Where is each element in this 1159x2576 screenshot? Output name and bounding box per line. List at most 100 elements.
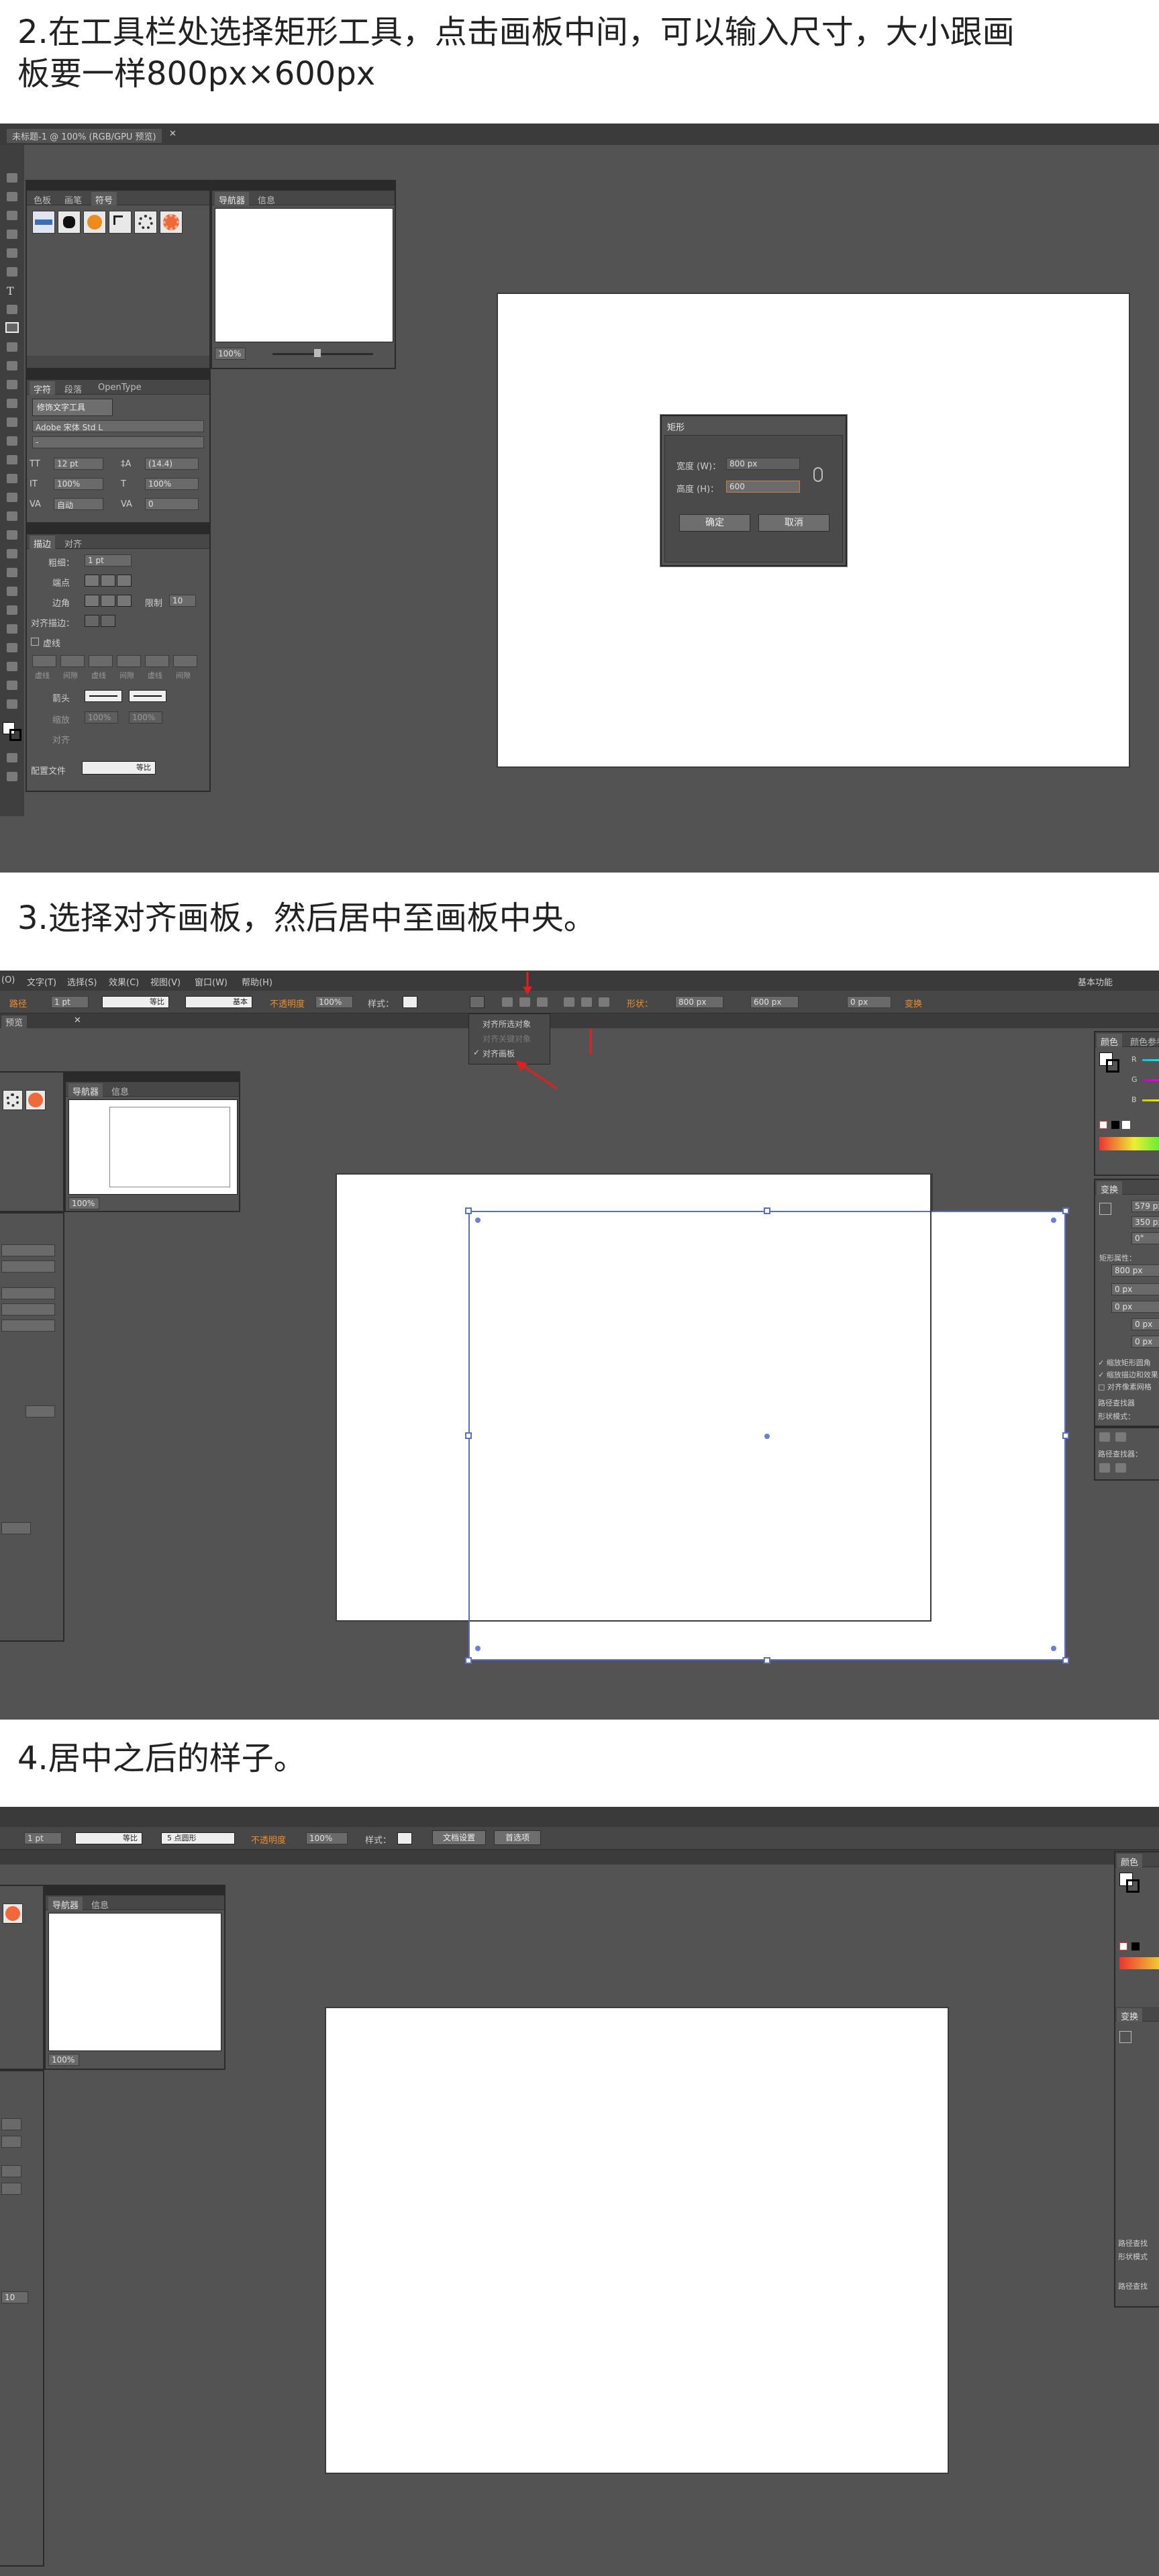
symbol-gear[interactable] bbox=[3, 1090, 23, 1110]
resize-handle-middle-right[interactable] bbox=[1062, 1432, 1069, 1439]
align-left-icon[interactable] bbox=[502, 997, 513, 1007]
touch-type-button[interactable]: 修饰文字工具 bbox=[32, 399, 113, 416]
symbol-gear[interactable] bbox=[134, 211, 157, 234]
leading-field[interactable]: (14.4) bbox=[145, 458, 199, 470]
leading-field[interactable] bbox=[1, 2165, 21, 2177]
none-swatch[interactable] bbox=[1099, 1121, 1107, 1129]
menu-select[interactable]: 选择(S) bbox=[67, 975, 97, 988]
dash-2-field[interactable] bbox=[89, 655, 113, 667]
align-selection-option[interactable]: 对齐所选对象 bbox=[483, 1018, 531, 1030]
live-corner-widget-tr[interactable] bbox=[1051, 1218, 1056, 1223]
tab-stroke[interactable]: 描边 bbox=[30, 536, 56, 550]
tab-opentype[interactable]: OpenType bbox=[94, 381, 146, 395]
align-center-button[interactable] bbox=[85, 615, 99, 627]
width-tool-icon[interactable] bbox=[7, 455, 17, 464]
reference-point-icon[interactable] bbox=[1099, 1203, 1111, 1215]
live-corner-widget-tl[interactable] bbox=[475, 1218, 481, 1223]
tracking-field[interactable] bbox=[1, 1320, 55, 1332]
stroke-limit-field[interactable] bbox=[26, 1405, 55, 1418]
align-bottom-icon[interactable] bbox=[599, 997, 609, 1007]
rectangle-tool-icon[interactable] bbox=[5, 322, 19, 333]
align-vertical-center-icon[interactable] bbox=[581, 997, 592, 1007]
kerning-field[interactable]: 自动 bbox=[54, 498, 103, 510]
tab-info[interactable]: 信息 bbox=[87, 1897, 113, 1911]
corner-2-field[interactable]: 0 px bbox=[1111, 1301, 1159, 1313]
tab-transform[interactable]: 变换 bbox=[1097, 1181, 1123, 1195]
scale-corners-checkbox[interactable]: ✓ 缩放矩形圆角 bbox=[1098, 1357, 1151, 1368]
direct-selection-tool-icon[interactable] bbox=[7, 192, 17, 201]
artboard-tool-icon[interactable] bbox=[7, 643, 17, 652]
menu-effect[interactable]: 效果(C) bbox=[109, 975, 139, 988]
variable-width-profile[interactable]: 等比 bbox=[102, 996, 169, 1008]
x-field[interactable]: 579 px bbox=[1131, 1200, 1159, 1212]
symbol-flower[interactable] bbox=[160, 211, 183, 234]
gap-1-field[interactable] bbox=[60, 655, 85, 667]
shape-builder-tool-icon[interactable] bbox=[7, 493, 17, 502]
y-field[interactable]: 350 px bbox=[1131, 1216, 1159, 1228]
start-scale-field[interactable] bbox=[1, 1522, 31, 1534]
corner-radius-field[interactable]: 0 px bbox=[847, 996, 891, 1008]
limit-field[interactable]: 10 bbox=[169, 595, 196, 607]
align-to-dropdown[interactable] bbox=[470, 996, 485, 1008]
mesh-tool-icon[interactable] bbox=[7, 530, 17, 540]
stroke-swatch[interactable] bbox=[1126, 1879, 1140, 1893]
symbol-corner[interactable] bbox=[109, 211, 132, 234]
pathfinder-tab[interactable]: 路径查找 bbox=[1118, 2238, 1148, 2248]
resize-handle-bottom-left[interactable] bbox=[465, 1657, 472, 1664]
black-swatch[interactable] bbox=[1131, 1942, 1140, 1950]
end-scale-field[interactable]: 100% bbox=[129, 711, 162, 724]
width-input[interactable]: 800 px bbox=[726, 458, 800, 470]
white-swatch[interactable] bbox=[1122, 1121, 1130, 1129]
menu-help[interactable]: 帮助(H) bbox=[242, 975, 272, 988]
menu-type[interactable]: 文字(T) bbox=[27, 975, 56, 988]
navigator-preview[interactable] bbox=[68, 1099, 238, 1195]
color-spectrum[interactable] bbox=[1099, 1137, 1159, 1150]
align-pixel-grid-checkbox[interactable]: □ 对齐像素网格 bbox=[1098, 1381, 1152, 1392]
end-arrowhead-select[interactable] bbox=[129, 690, 166, 702]
butt-cap-button[interactable] bbox=[85, 575, 99, 587]
rotate-tool-icon[interactable] bbox=[7, 417, 17, 427]
navigator-zoom-field[interactable]: 100% bbox=[68, 1197, 99, 1209]
shape-width-field[interactable]: 800 px bbox=[675, 996, 723, 1008]
blend-tool-icon[interactable] bbox=[7, 587, 17, 596]
navigator-zoom-slider[interactable] bbox=[272, 353, 373, 355]
tab-color[interactable]: 颜色 bbox=[1117, 1854, 1143, 1868]
black-swatch[interactable] bbox=[1111, 1121, 1119, 1129]
stroke-weight-select[interactable]: 1 pt bbox=[51, 996, 89, 1008]
round-join-button[interactable] bbox=[101, 595, 115, 607]
font-size-field[interactable]: 12 pt bbox=[54, 458, 103, 470]
gap-3-field[interactable] bbox=[173, 655, 197, 667]
tab-info[interactable]: 信息 bbox=[107, 1083, 133, 1097]
tab-align[interactable]: 对齐 bbox=[60, 536, 86, 550]
variable-width-profile[interactable]: 等比 bbox=[75, 1832, 142, 1844]
eraser-tool-icon[interactable] bbox=[7, 399, 17, 408]
trim-icon[interactable] bbox=[1115, 1463, 1126, 1473]
align-top-icon[interactable] bbox=[564, 997, 574, 1007]
round-cap-button[interactable] bbox=[101, 575, 115, 587]
workspace-switcher[interactable]: 基本功能 bbox=[1078, 975, 1113, 988]
symbol-flower[interactable] bbox=[26, 1090, 46, 1110]
font-family-select[interactable]: Adobe 宋体 Std L bbox=[32, 420, 204, 432]
zoom-tool-icon[interactable] bbox=[7, 699, 17, 709]
green-channel-slider[interactable] bbox=[1142, 1079, 1159, 1081]
stroke-swatch[interactable] bbox=[1106, 1059, 1119, 1073]
stroke-weight-field[interactable]: 1 pt bbox=[85, 554, 132, 566]
cancel-button[interactable]: 取消 bbox=[758, 514, 829, 532]
align-horizontal-center-icon[interactable] bbox=[519, 997, 530, 1007]
gradient-tool-icon[interactable] bbox=[7, 549, 17, 558]
minus-front-icon[interactable] bbox=[1115, 1432, 1126, 1442]
tab-navigator[interactable]: 导航器 bbox=[68, 1083, 103, 1097]
constrain-proportions-icon[interactable] bbox=[813, 467, 823, 482]
tab-navigator[interactable]: 导航器 bbox=[215, 192, 250, 206]
width-profile-select[interactable]: 等比 bbox=[82, 761, 156, 775]
scale-tool-icon[interactable] bbox=[7, 436, 17, 446]
align-right-icon[interactable] bbox=[537, 997, 548, 1007]
font-style-select[interactable]: - bbox=[32, 436, 204, 448]
stroke-swatch[interactable] bbox=[9, 729, 21, 741]
blue-channel-slider[interactable] bbox=[1142, 1099, 1159, 1101]
paintbrush-tool-icon[interactable] bbox=[7, 342, 17, 352]
menu-window[interactable]: 窗口(W) bbox=[195, 975, 228, 988]
pathfinder-tab[interactable]: 路径查找器 bbox=[1098, 1397, 1135, 1408]
tab-info[interactable]: 信息 bbox=[254, 192, 279, 206]
document-setup-button[interactable]: 文档设置 bbox=[432, 1830, 486, 1845]
